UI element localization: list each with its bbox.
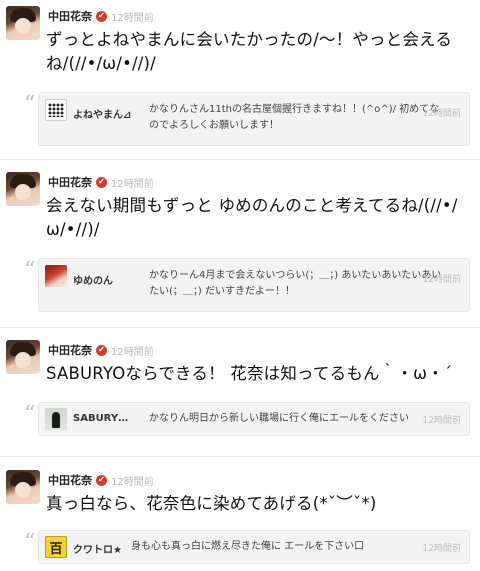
reply-author-name[interactable]: クワトロ★	[73, 541, 122, 556]
verified-badge-icon: ✔	[96, 474, 107, 486]
reply-time[interactable]: 12時間前	[423, 541, 461, 554]
reply-time[interactable]: 12時間前	[423, 106, 461, 119]
red-hair-avatar-icon	[45, 265, 67, 287]
author-name[interactable]: 中田花奈	[48, 342, 92, 358]
author-name[interactable]: 中田花奈	[48, 174, 92, 190]
post-1: 中田花奈 ✔ 12時間前 ずっとよねやまんに会いたかったの/〜！やっと会えるね/…	[0, 6, 480, 156]
author-avatar[interactable]	[6, 470, 40, 504]
quote-icon: “	[24, 530, 36, 555]
reply-text: かなりーん4月まで会えないつらい(；＿；) あいたいあいたいあいたい(；＿；) …	[149, 270, 442, 297]
dotted-avatar-icon	[45, 99, 67, 121]
verified-badge-icon: ✔	[96, 10, 107, 22]
reply-box[interactable]: SABURY… かなりん明日から新しい職場に行く俺にエールをください 12時間前	[38, 402, 470, 436]
quote-icon: “	[24, 92, 36, 117]
post-time[interactable]: 12時間前	[111, 473, 154, 488]
author-name[interactable]: 中田花奈	[48, 472, 92, 488]
reply-author-name[interactable]: SABURY…	[73, 413, 128, 424]
divider	[0, 456, 480, 457]
author-avatar[interactable]	[6, 6, 40, 40]
post-3: 中田花奈 ✔ 12時間前 SABURYOならできる！ 花奈は知ってるもん｀・ω・…	[0, 340, 480, 455]
reply-author-name[interactable]: よねやまん⊿	[73, 106, 131, 121]
post-2: 中田花奈 ✔ 12時間前 会えない期間もずっと ゆめのんのこと考えてるね/(//…	[0, 172, 480, 322]
reply-time[interactable]: 12時間前	[423, 413, 461, 426]
author-name[interactable]: 中田花奈	[48, 8, 92, 24]
divider	[0, 159, 480, 160]
reply-text: かなりん明日から新しい職場に行く俺にエールをください	[149, 413, 409, 424]
post-message: ずっとよねやまんに会いたかったの/〜！やっと会えるね/(//•/ω/•//)/	[46, 30, 453, 73]
reply-text: かなりんさん11thの名古屋個握行きますね！！(^o^)/ 初めてなのでよろしく…	[149, 104, 440, 131]
verified-badge-icon: ✔	[96, 344, 107, 356]
figure-avatar-icon	[45, 408, 67, 430]
post-message: 真っ白なら、花奈色に染めてあげる(*ˇ︶ˇ*)	[46, 494, 377, 513]
post-4: 中田花奈 ✔ 12時間前 真っ白なら、花奈色に染めてあげる(*ˇ︶ˇ*) “ 百…	[0, 470, 480, 570]
kanji-avatar-icon: 百	[45, 536, 67, 558]
divider	[0, 327, 480, 328]
reply-time[interactable]: 12時間前	[423, 272, 461, 285]
author-avatar[interactable]	[6, 172, 40, 206]
reply-text: 身も心も真っ白に燃え尽きた俺に エールを下さい口	[131, 541, 365, 552]
post-time[interactable]: 12時間前	[111, 175, 154, 190]
quote-icon: “	[24, 258, 36, 283]
reply-box[interactable]: ゆめのん かなりーん4月まで会えないつらい(；＿；) あいたいあいたいあいたい(…	[38, 258, 470, 312]
reply-box[interactable]: 百 クワトロ★ 身も心も真っ白に燃え尽きた俺に エールを下さい口 12時間前	[38, 530, 470, 564]
post-time[interactable]: 12時間前	[111, 343, 154, 358]
verified-badge-icon: ✔	[96, 176, 107, 188]
post-message: SABURYOならできる！ 花奈は知ってるもん｀・ω・´	[46, 364, 453, 383]
author-avatar[interactable]	[6, 340, 40, 374]
post-message: 会えない期間もずっと ゆめのんのこと考えてるね/(//•/ω/•//)/	[46, 196, 458, 239]
avatar-char: 百	[49, 541, 63, 557]
post-time[interactable]: 12時間前	[111, 9, 154, 24]
reply-box[interactable]: よねやまん⊿ かなりんさん11thの名古屋個握行きますね！！(^o^)/ 初めて…	[38, 92, 470, 146]
reply-author-name[interactable]: ゆめのん	[73, 272, 113, 287]
quote-icon: “	[24, 402, 36, 427]
